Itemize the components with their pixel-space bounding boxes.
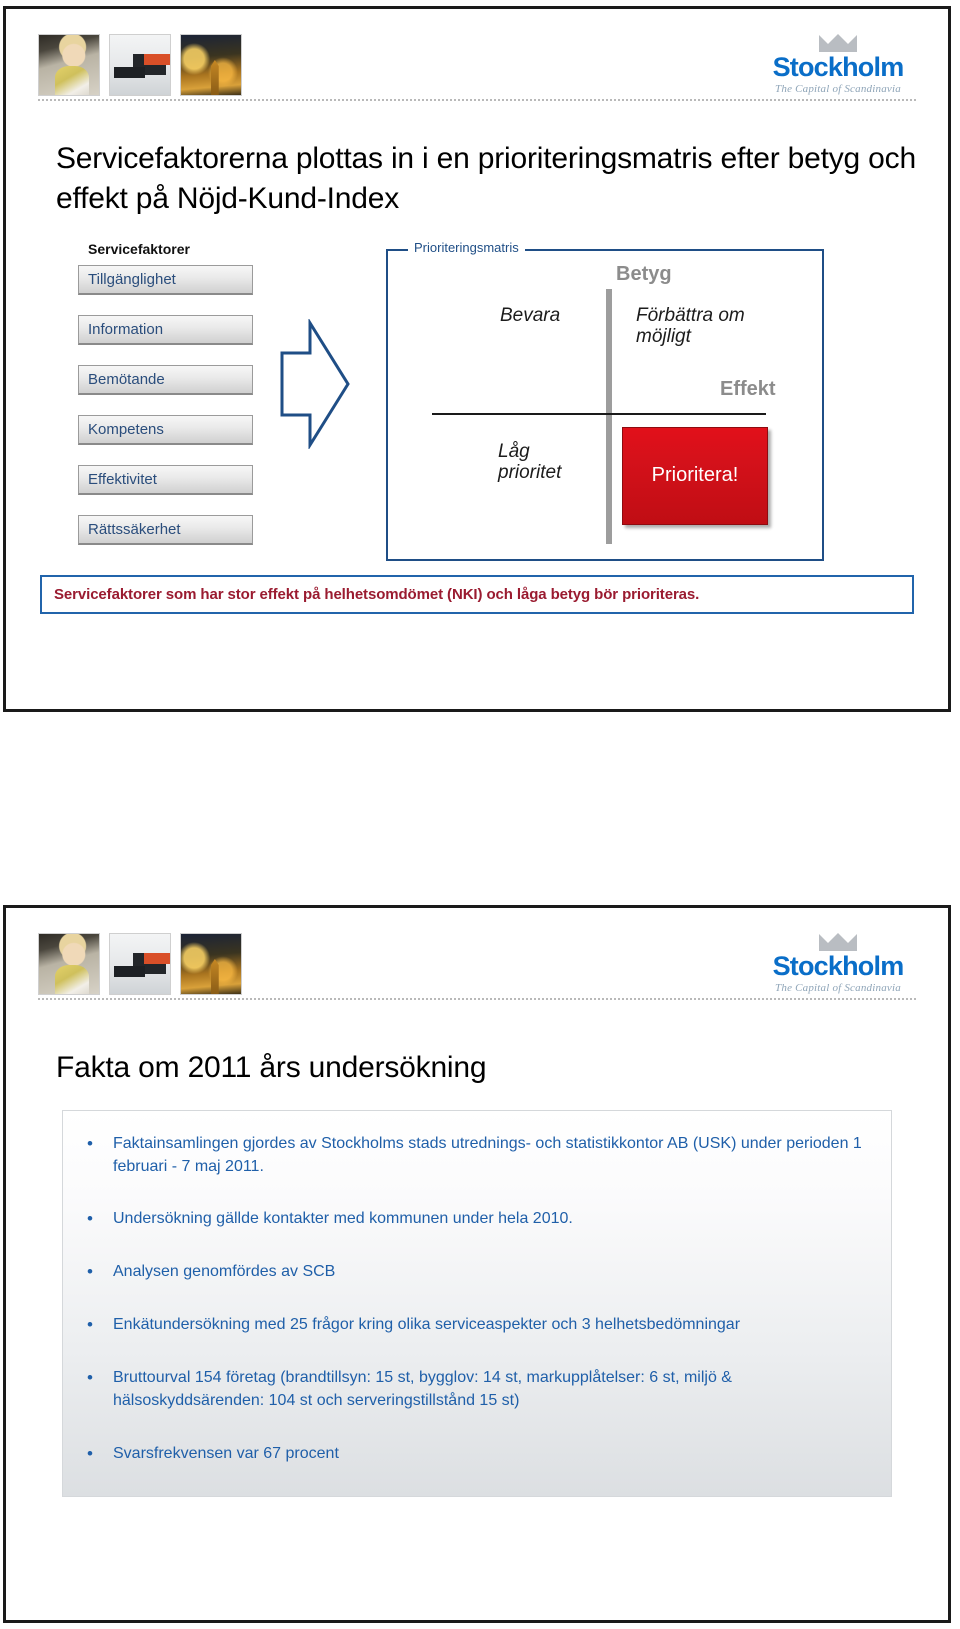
- bullet-dot-icon: •: [87, 1209, 93, 1229]
- stockholm-logo: Stockholm The Capital of Scandinavia: [764, 932, 912, 994]
- slide-1-caption-box: Servicefaktorer som har stor effekt på h…: [40, 574, 914, 614]
- matrix-quadrant-forbattra-om-mojligt: Förbättra om möjligt: [636, 304, 745, 348]
- slide-2: Stockholm The Capital of Scandinavia Fak…: [3, 905, 951, 1623]
- prioriteringsmatris-box: Prioriteringsmatris Betyg Effekt Bevara …: [386, 239, 824, 561]
- crown-icon: [819, 933, 857, 951]
- bullet-text: Faktainsamlingen gjordes av Stockholms s…: [113, 1134, 862, 1175]
- logo-wordmark: Stockholm: [772, 52, 905, 82]
- matrix-quadrant-prioritera[interactable]: Prioritera!: [622, 426, 768, 525]
- header-divider: [38, 998, 916, 1000]
- header-divider: [38, 99, 916, 101]
- bullet-text: Undersökning gällde kontakter med kommun…: [113, 1210, 573, 1228]
- modern-furniture-photo: [109, 34, 171, 96]
- modern-furniture-photo: [109, 933, 171, 995]
- matrix-quadrant-bevara: Bevara: [500, 304, 561, 326]
- list-item: • Undersökning gällde kontakter med komm…: [87, 1208, 867, 1231]
- factor-chip-kompetens[interactable]: Kompetens: [78, 414, 253, 445]
- facts-bullet-box: • Faktainsamlingen gjordes av Stockholms…: [62, 1109, 892, 1497]
- matrix-vertical-axis: [606, 288, 612, 544]
- right-arrow-icon: [280, 318, 350, 449]
- list-item: • Faktainsamlingen gjordes av Stockholms…: [87, 1133, 867, 1178]
- list-item: • Svarsfrekvensen var 67 procent: [87, 1443, 867, 1466]
- matrix-horizontal-axis: [432, 412, 766, 415]
- slide-1-caption-text: Servicefaktorer som har stor effekt på h…: [54, 585, 700, 603]
- factor-chip-information[interactable]: Information: [78, 314, 253, 345]
- bullet-dot-icon: •: [87, 1133, 93, 1153]
- factor-chip-bemotande[interactable]: Bemötande: [78, 364, 253, 395]
- slide-2-header: Stockholm The Capital of Scandinavia: [6, 908, 948, 1008]
- bullet-text: Enkätundersökning med 25 frågor kring ol…: [113, 1316, 741, 1334]
- service-factors-heading: Servicefaktorer: [88, 240, 190, 257]
- factor-chip-tillganglighet[interactable]: Tillgänglighet: [78, 264, 253, 295]
- matrix-axis-label-betyg: Betyg: [616, 262, 672, 285]
- list-item: • Analysen genomfördes av SCB: [87, 1261, 867, 1284]
- bullet-text: Analysen genomfördes av SCB: [113, 1263, 336, 1281]
- bullet-text: Bruttourval 154 företag (brandtillsyn: 1…: [113, 1369, 732, 1409]
- logo-wordmark: Stockholm: [772, 951, 905, 981]
- city-at-night-photo: [180, 933, 242, 995]
- priority-matrix-diagram: Servicefaktorer Tillgänglighet Informati…: [6, 239, 948, 561]
- factor-chip-effektivitet[interactable]: Effektivitet: [78, 464, 253, 495]
- bullet-dot-icon: •: [87, 1443, 93, 1463]
- header-photo-strip: [38, 34, 242, 96]
- list-item: • Enkätundersökning med 25 frågor kring …: [87, 1314, 867, 1337]
- slide-2-title: Fakta om 2011 års undersökning: [56, 1051, 487, 1084]
- slide-1: Stockholm The Capital of Scandinavia Ser…: [3, 6, 951, 712]
- slide-1-title: Servicefaktorerna plottas in i en priori…: [56, 142, 916, 215]
- facts-bullet-list: • Faktainsamlingen gjordes av Stockholms…: [87, 1133, 867, 1466]
- logo-tagline: The Capital of Scandinavia: [775, 83, 901, 95]
- factor-chip-rattssakerhet[interactable]: Rättssäkerhet: [78, 514, 253, 545]
- list-item: • Bruttourval 154 företag (brandtillsyn:…: [87, 1367, 867, 1412]
- woman-with-cup-photo: [38, 933, 100, 995]
- matrix-axis-label-effekt: Effekt: [720, 377, 776, 400]
- service-factors-column: Servicefaktorer Tillgänglighet Informati…: [78, 241, 253, 565]
- bullet-dot-icon: •: [87, 1315, 93, 1335]
- crown-icon: [819, 34, 857, 52]
- city-at-night-photo: [180, 34, 242, 96]
- woman-with-cup-photo: [38, 34, 100, 96]
- header-photo-strip: [38, 933, 242, 995]
- bullet-text: Svarsfrekvensen var 67 procent: [113, 1444, 339, 1462]
- logo-tagline: The Capital of Scandinavia: [775, 982, 901, 994]
- matrix-quadrant-lag-prioritet: Låg prioritet: [498, 440, 562, 484]
- bullet-dot-icon: •: [87, 1368, 93, 1388]
- bullet-dot-icon: •: [87, 1262, 93, 1282]
- slide-1-header: Stockholm The Capital of Scandinavia: [6, 9, 948, 109]
- stockholm-logo: Stockholm The Capital of Scandinavia: [764, 33, 912, 95]
